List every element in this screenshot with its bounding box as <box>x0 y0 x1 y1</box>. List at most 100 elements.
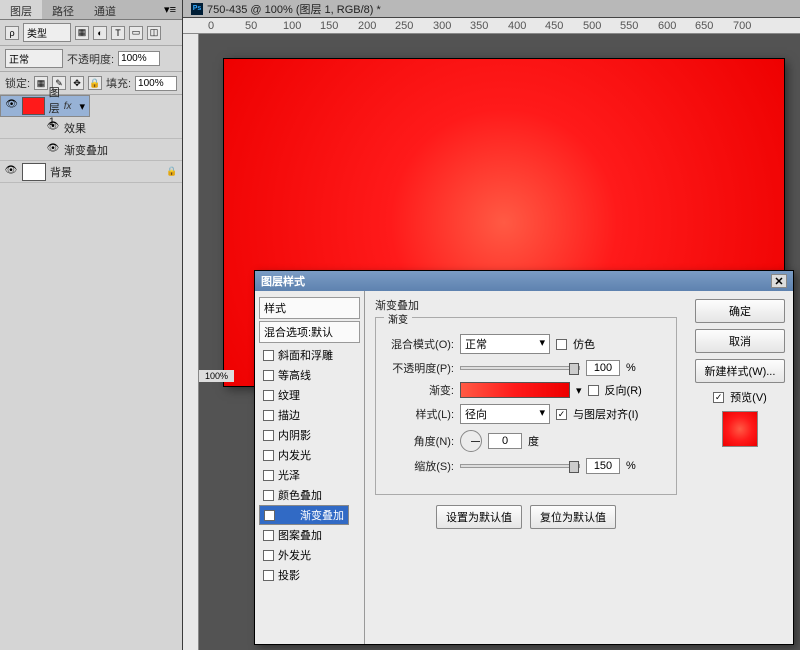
fill-input[interactable]: 100% <box>135 76 177 91</box>
style-item-color-overlay[interactable]: 颜色叠加 <box>259 485 360 505</box>
layer-name: 背景 <box>50 164 162 180</box>
zoom-readout[interactable]: 100% <box>199 370 234 382</box>
style-item-pattern-overlay[interactable]: 图案叠加 <box>259 525 360 545</box>
style-item-inner-shadow[interactable]: 内阴影 <box>259 425 360 445</box>
preview-swatch <box>722 411 758 447</box>
reset-default-button[interactable]: 复位为默认值 <box>530 505 616 529</box>
align-checkbox[interactable] <box>556 409 567 420</box>
layer-thumbnail[interactable] <box>22 97 45 115</box>
style-item-texture[interactable]: 纹理 <box>259 385 360 405</box>
ok-button[interactable]: 确定 <box>695 299 785 323</box>
filter-icon[interactable]: ρ <box>5 26 19 40</box>
style-item-outer-glow[interactable]: 外发光 <box>259 545 360 565</box>
layer-row[interactable]: 👁 背景 🔒 <box>0 161 182 183</box>
angle-label: 角度(N): <box>384 433 454 449</box>
ruler-horizontal: 0501001502002503003504004505005506006507… <box>183 18 800 34</box>
fieldset-legend: 渐变 <box>384 311 412 326</box>
lock-move-icon[interactable]: ✥ <box>70 76 84 90</box>
panel-tabs: 图层 路径 通道 ▾≡ <box>0 0 182 20</box>
document-title: 750-435 @ 100% (图层 1, RGB/8) * <box>207 1 381 17</box>
style-item-stroke[interactable]: 描边 <box>259 405 360 425</box>
new-style-button[interactable]: 新建样式(W)... <box>695 359 785 383</box>
lock-all-icon[interactable]: 🔒 <box>88 76 102 90</box>
lock-trans-icon[interactable]: ▦ <box>34 76 48 90</box>
gradient-fieldset: 渐变 混合模式(O): 正常▾ 仿色 不透明度(P): 100 % 渐变: ▾ <box>375 317 677 495</box>
opacity-input[interactable]: 100 <box>586 360 620 376</box>
layers-panel: 图层 路径 通道 ▾≡ ρ 类型 ▦ ◐ T ▭ ◫ 正常 不透明度: 100%… <box>0 0 183 650</box>
fill-label: 填充: <box>106 75 131 91</box>
reverse-label: 反向(R) <box>605 382 642 398</box>
filter-row: ρ 类型 ▦ ◐ T ▭ ◫ <box>0 20 182 46</box>
gradient-label: 渐变: <box>384 382 454 398</box>
lock-row: 锁定: ▦ ✎ ✥ 🔒 填充: 100% <box>0 72 182 95</box>
ps-icon: Ps <box>191 3 203 15</box>
filter-kind[interactable]: 类型 <box>23 23 71 42</box>
dither-checkbox[interactable] <box>556 339 567 350</box>
section-title: 渐变叠加 <box>375 297 677 313</box>
layer-row[interactable]: 👁 图层 1 fx ▾ <box>0 95 90 117</box>
reverse-checkbox[interactable] <box>588 385 599 396</box>
style-item-satin[interactable]: 光泽 <box>259 465 360 485</box>
blend-mode-select[interactable]: 正常 <box>5 49 63 68</box>
cancel-button[interactable]: 取消 <box>695 329 785 353</box>
angle-input[interactable]: 0 <box>488 433 522 449</box>
ruler-vertical <box>183 34 199 650</box>
scale-input[interactable]: 150 <box>586 458 620 474</box>
chevron-down-icon[interactable]: ▾ <box>576 384 582 397</box>
style-item-inner-glow[interactable]: 内发光 <box>259 445 360 465</box>
visibility-icon[interactable]: 👁 <box>5 99 18 113</box>
layer-thumbnail[interactable] <box>22 163 46 181</box>
effects-label: 效果 <box>64 120 178 136</box>
opacity-label: 不透明度(P): <box>384 360 454 376</box>
styles-header[interactable]: 样式 <box>259 297 360 319</box>
filter-adjust-icon[interactable]: ◐ <box>93 26 107 40</box>
style-form: 渐变叠加 渐变 混合模式(O): 正常▾ 仿色 不透明度(P): 100 % 渐… <box>365 291 687 644</box>
tab-channels[interactable]: 通道 <box>84 0 126 19</box>
style-item-gradient-overlay[interactable]: 渐变叠加 <box>259 505 349 525</box>
filter-pixel-icon[interactable]: ▦ <box>75 26 89 40</box>
layer-effects-row[interactable]: 👁 效果 <box>0 117 182 139</box>
chevron-down-icon: ▾ <box>539 336 545 352</box>
fx-badge[interactable]: fx <box>64 101 76 112</box>
blend-options-header[interactable]: 混合选项:默认 <box>259 321 360 343</box>
layer-list: 👁 图层 1 fx ▾ 👁 效果 👁 渐变叠加 👁 背景 🔒 <box>0 95 182 650</box>
style-item-bevel[interactable]: 斜面和浮雕 <box>259 345 360 365</box>
effect-name: 渐变叠加 <box>64 142 178 158</box>
style-select[interactable]: 径向▾ <box>460 404 550 424</box>
filter-smart-icon[interactable]: ◫ <box>147 26 161 40</box>
blend-mode-select[interactable]: 正常▾ <box>460 334 550 354</box>
tab-paths[interactable]: 路径 <box>42 0 84 19</box>
preview-label: 预览(V) <box>730 389 767 405</box>
lock-label: 锁定: <box>5 75 30 91</box>
tab-layers[interactable]: 图层 <box>0 0 42 19</box>
filter-type-icon[interactable]: T <box>111 26 125 40</box>
visibility-icon[interactable]: 👁 <box>46 121 60 135</box>
visibility-icon[interactable]: 👁 <box>4 165 18 179</box>
document-tab[interactable]: Ps 750-435 @ 100% (图层 1, RGB/8) * <box>183 0 800 18</box>
scale-label: 缩放(S): <box>384 458 454 474</box>
visibility-icon[interactable]: 👁 <box>46 143 60 157</box>
chevron-down-icon: ▾ <box>539 406 545 422</box>
style-item-contour[interactable]: 等高线 <box>259 365 360 385</box>
dialog-titlebar[interactable]: 图层样式 ✕ <box>255 271 793 291</box>
layer-style-dialog: 图层样式 ✕ 样式 混合选项:默认 斜面和浮雕 等高线 纹理 描边 内阴影 内发… <box>254 270 794 645</box>
close-icon[interactable]: ✕ <box>771 274 787 288</box>
panel-menu-icon[interactable]: ▾≡ <box>158 0 182 19</box>
chevron-down-icon[interactable]: ▾ <box>79 100 85 113</box>
style-item-drop-shadow[interactable]: 投影 <box>259 565 360 585</box>
preview-checkbox[interactable] <box>713 392 724 403</box>
align-label: 与图层对齐(I) <box>573 406 638 422</box>
blend-mode-label: 混合模式(O): <box>384 336 454 352</box>
lock-icon: 🔒 <box>166 166 178 178</box>
set-default-button[interactable]: 设置为默认值 <box>436 505 522 529</box>
filter-shape-icon[interactable]: ▭ <box>129 26 143 40</box>
scale-slider[interactable] <box>460 464 580 468</box>
dialog-title: 图层样式 <box>261 273 305 289</box>
opacity-slider[interactable] <box>460 366 580 370</box>
gradient-preview[interactable] <box>460 382 570 398</box>
angle-dial[interactable] <box>460 430 482 452</box>
opacity-input[interactable]: 100% <box>118 51 160 66</box>
blend-row: 正常 不透明度: 100% <box>0 46 182 72</box>
layer-effect-item[interactable]: 👁 渐变叠加 <box>0 139 182 161</box>
dialog-buttons: 确定 取消 新建样式(W)... 预览(V) <box>687 291 793 644</box>
